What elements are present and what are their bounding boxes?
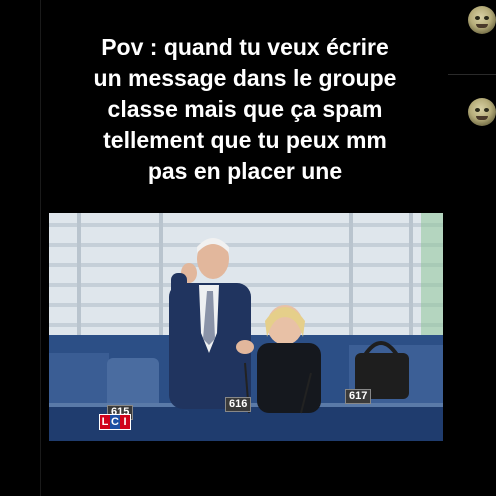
video-frame[interactable]: 615 616 617 L C I xyxy=(49,213,443,441)
eye-icon xyxy=(484,16,489,20)
eye-icon xyxy=(484,108,489,112)
avatar-shrek-2-icon[interactable] xyxy=(468,98,496,126)
mouth-icon xyxy=(476,24,488,28)
caption-line: Pov : quand tu veux écrire xyxy=(101,34,389,60)
channel-logo: L C I xyxy=(99,414,131,430)
caption-line: pas en placer une xyxy=(147,158,343,184)
logo-letter: C xyxy=(110,415,120,429)
seat-number-plate: 617 xyxy=(345,389,372,404)
left-background xyxy=(0,0,40,496)
side-divider xyxy=(448,74,496,75)
logo-letter: L xyxy=(100,415,110,429)
eye-icon xyxy=(475,108,480,112)
mouth-icon xyxy=(476,116,488,120)
caption-line: classe mais que ça spam xyxy=(107,96,383,122)
avatar-shrek-1-icon[interactable] xyxy=(468,6,496,34)
seat-number-plate: 616 xyxy=(225,397,252,412)
caption-line: un message dans le groupe xyxy=(93,65,397,91)
logo-letter: I xyxy=(120,415,130,429)
caption-line: tellement que tu peux mm xyxy=(103,127,387,153)
post-caption: Pov : quand tu veux écrire un message da… xyxy=(41,32,449,187)
eye-icon xyxy=(475,16,480,20)
video-post[interactable]: Pov : quand tu veux écrire un message da… xyxy=(40,0,450,496)
